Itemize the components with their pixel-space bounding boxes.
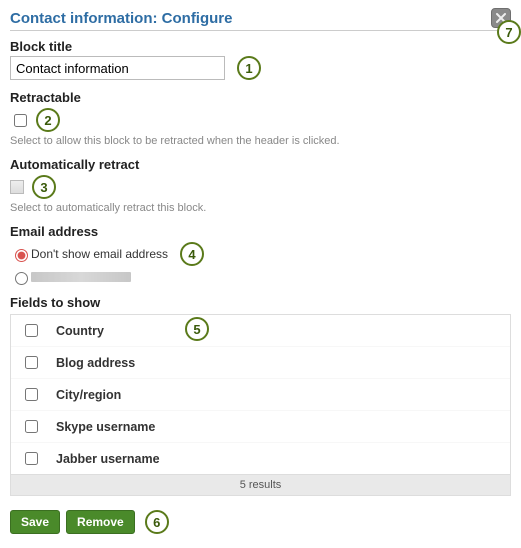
field-label-blog: Blog address <box>56 356 135 370</box>
block-title-label: Block title <box>10 39 511 54</box>
fields-to-show: Fields to show 5 Country Blog address Ci… <box>10 295 511 496</box>
callout-2: 2 <box>36 108 60 132</box>
email-option-show[interactable] <box>15 272 28 285</box>
retractable-label: Retractable <box>10 90 511 105</box>
table-row: Skype username <box>11 410 510 442</box>
button-bar: Save Remove 6 <box>10 510 511 534</box>
field-checkbox-jabber[interactable] <box>25 452 38 465</box>
fields-table: Country Blog address City/region Skype u… <box>10 314 511 496</box>
callout-4: 4 <box>180 242 204 266</box>
fields-label: Fields to show <box>10 295 511 310</box>
save-button[interactable]: Save <box>10 510 60 534</box>
email-label: Email address <box>10 224 511 239</box>
field-label-city: City/region <box>56 388 121 402</box>
table-row: Country <box>11 315 510 346</box>
email-option-redacted <box>31 272 131 282</box>
close-icon[interactable] <box>491 8 511 28</box>
block-title-input[interactable] <box>10 56 225 80</box>
field-checkbox-skype[interactable] <box>25 420 38 433</box>
auto-retract-checkbox <box>10 180 24 194</box>
auto-retract-hint: Select to automatically retract this blo… <box>10 202 511 214</box>
email-field: Email address Don't show email address 4 <box>10 224 511 285</box>
field-checkbox-blog[interactable] <box>25 356 38 369</box>
dialog-titlebar: Contact information: Configure 7 <box>10 8 511 31</box>
field-checkbox-country[interactable] <box>25 324 38 337</box>
fields-footer: 5 results <box>11 474 510 495</box>
table-row: City/region <box>11 378 510 410</box>
field-label-jabber: Jabber username <box>56 452 160 466</box>
auto-retract-field: Automatically retract 3 Select to automa… <box>10 157 511 214</box>
email-option-hide[interactable] <box>15 249 28 262</box>
block-title-field: Block title 1 <box>10 39 511 80</box>
table-row: Blog address <box>11 346 510 378</box>
field-label-skype: Skype username <box>56 420 155 434</box>
callout-6: 6 <box>145 510 169 534</box>
auto-retract-label: Automatically retract <box>10 157 511 172</box>
remove-button[interactable]: Remove <box>66 510 135 534</box>
dialog-title: Contact information: Configure <box>10 10 232 27</box>
retractable-field: Retractable 2 Select to allow this block… <box>10 90 511 147</box>
callout-3: 3 <box>32 175 56 199</box>
table-row: Jabber username <box>11 442 510 474</box>
retractable-hint: Select to allow this block to be retract… <box>10 135 511 147</box>
email-option-hide-label: Don't show email address <box>31 247 168 261</box>
retractable-checkbox[interactable] <box>14 114 27 127</box>
field-checkbox-city[interactable] <box>25 388 38 401</box>
callout-1: 1 <box>237 56 261 80</box>
field-label-country: Country <box>56 324 104 338</box>
